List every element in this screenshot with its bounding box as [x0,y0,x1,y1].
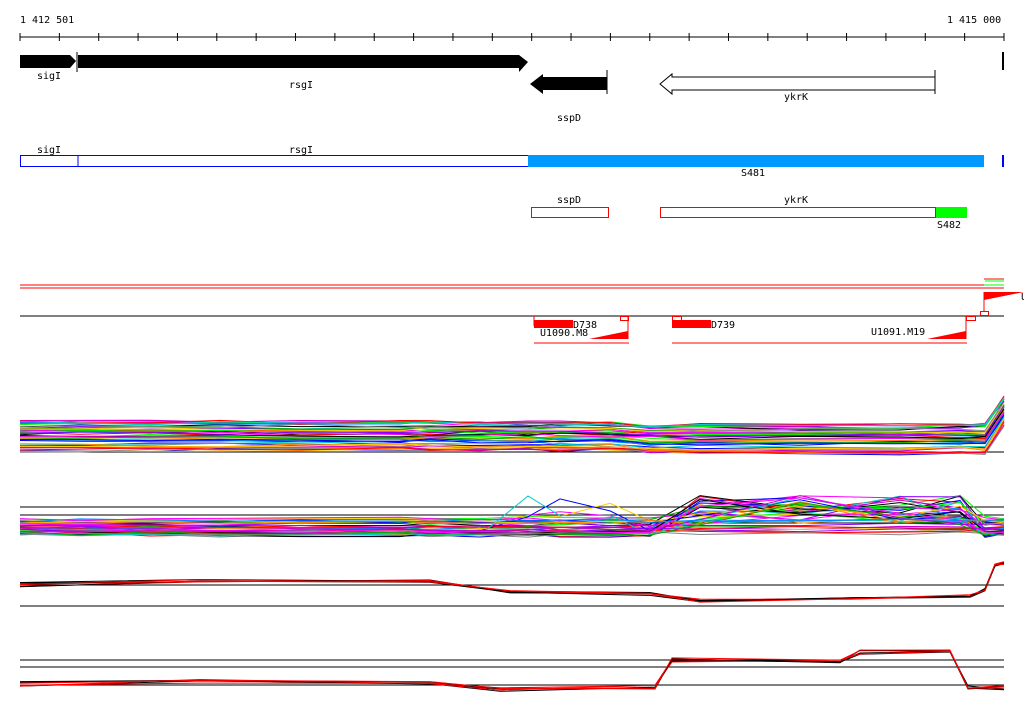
segment-label-ykrK: ykrK [784,195,808,206]
segment-label-S481: S481 [741,168,765,179]
expression-profiles [19,395,1005,692]
genome-browser-canvas: 1 412 501 1 415 000 sigI rsgI sspD ykrK … [19,15,1024,692]
feature-label-U1091-M19: U1091.M19 [871,327,925,338]
ruler-start-label: 1 412 501 [20,15,74,26]
gene-label-rsgI: rsgI [289,80,313,91]
gene-arrow-ykrK[interactable] [659,72,936,96]
segment-box-ykrK[interactable] [660,207,936,218]
feature-track: D738 U1090.M8 D739 U1091.M19 U [20,278,1024,344]
profile-line [19,562,1005,603]
segment-box-sigI-rsgI[interactable] [20,155,529,167]
segment-label-rsgI: rsgI [289,145,313,156]
profile-line [19,650,1005,690]
segment-label-sigI: sigI [37,145,61,156]
coordinate-ruler: 1 412 501 1 415 000 [19,15,1005,41]
feature-D739[interactable] [672,320,711,328]
gene-label-sspD: sspD [557,113,581,124]
gene-label-ykrK: ykrK [784,92,808,103]
feature-D738[interactable] [534,320,573,328]
feature-label-D739: D739 [711,320,735,331]
gene-label-sigI: sigI [37,71,61,82]
ruler-end-label: 1 415 000 [947,15,1001,26]
gene-arrow-rsgI[interactable] [78,55,528,72]
feature-U1091-M19-ramp[interactable] [927,331,966,339]
segment-S482[interactable] [936,207,967,218]
profile-line [19,563,1005,603]
segment-label-S482: S482 [937,220,961,231]
gene-arrow-sigI[interactable] [20,55,76,68]
gene-arrow-sspD[interactable] [530,74,607,94]
feature-U1090-M8-ramp[interactable] [589,331,628,339]
segment-box-sspD[interactable] [531,207,609,218]
feature-label-U1090-M8: U1090.M8 [540,328,588,339]
profile-line [19,651,1005,691]
segment-S481[interactable] [528,155,984,167]
feature-end-ramp[interactable] [984,292,1024,300]
segment-label-sspD: sspD [557,195,581,206]
profile-line [19,650,1005,690]
